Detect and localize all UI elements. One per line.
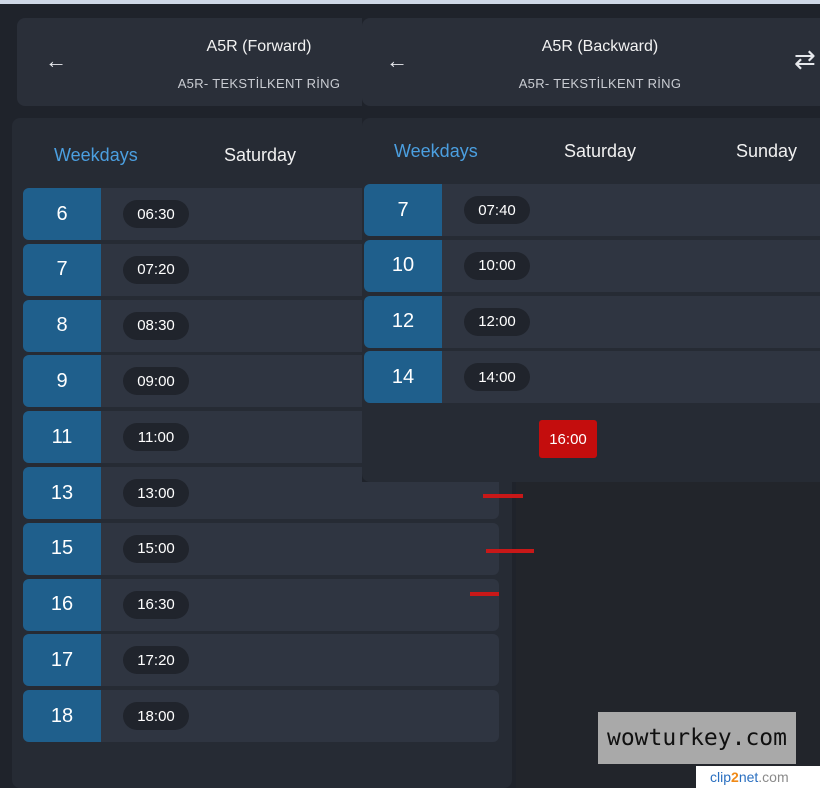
hour-cell: 17	[23, 634, 101, 687]
departure-time-pill[interactable]: 17:20	[123, 646, 189, 675]
tab-saturday[interactable]: Saturday	[224, 145, 296, 166]
tab-weekdays[interactable]: Weekdays	[54, 145, 138, 166]
swap-direction-icon[interactable]: ⇄	[794, 44, 816, 75]
forward-route-subtitle: A5R- TEKSTİLKENT RİNG	[177, 76, 341, 91]
backward-route-subtitle: A5R- TEKSTİLKENT RİNG	[518, 76, 682, 91]
annotation-mark	[486, 549, 534, 553]
backward-header: ← A5R (Backward) A5R- TEKSTİLKENT RİNG ⇄	[362, 18, 820, 106]
departure-time-pill[interactable]: 06:30	[123, 200, 189, 228]
hour-cell: 9	[23, 355, 101, 408]
schedule-row[interactable]: 17 17:20	[23, 634, 499, 687]
departure-time-pill[interactable]: 09:00	[123, 367, 189, 396]
hour-cell: 18	[23, 690, 101, 743]
forward-route-title: A5R (Forward)	[206, 38, 312, 55]
back-arrow-icon[interactable]: ←	[45, 48, 67, 74]
annotation-mark	[483, 494, 523, 498]
schedule-row[interactable]: 18 18:00	[23, 690, 499, 743]
credit-part: 2	[731, 769, 739, 785]
schedule-row[interactable]: 7 07:40	[364, 184, 820, 236]
departure-time-pill[interactable]: 07:20	[123, 255, 189, 284]
back-arrow-icon[interactable]: ←	[386, 48, 408, 74]
tab-sunday[interactable]: Sunday	[736, 141, 797, 162]
hour-cell: 8	[23, 299, 101, 352]
hour-cell: 6	[23, 188, 101, 240]
hour-cell: 12	[364, 295, 442, 348]
schedule-row[interactable]: 10 10:00	[364, 239, 820, 292]
credit-logo: clip 2 net .com	[696, 766, 820, 788]
hour-cell: 16	[23, 578, 101, 631]
departure-time-pill[interactable]: 18:00	[123, 702, 189, 731]
backward-route-title: A5R (Backward)	[541, 38, 659, 55]
schedule-row[interactable]: 15 15:00	[23, 522, 499, 575]
hour-cell: 10	[364, 239, 442, 292]
departure-time-pill[interactable]: 16:30	[123, 590, 189, 619]
credit-part: net	[738, 769, 759, 785]
credit-part: clip	[710, 769, 732, 785]
departure-time-pill[interactable]: 07:40	[464, 196, 530, 224]
departure-time-pill[interactable]: 12:00	[464, 307, 530, 336]
departure-time-pill[interactable]: 08:30	[123, 311, 189, 340]
schedule-row[interactable]: 16 16:30	[23, 578, 499, 631]
credit-part: .com	[758, 769, 789, 785]
annotation-label: 16:00	[539, 420, 597, 458]
hour-cell: 11	[23, 411, 101, 464]
hour-cell: 15	[23, 522, 101, 575]
backward-panel: ← A5R (Backward) A5R- TEKSTİLKENT RİNG ⇄…	[362, 4, 820, 482]
tab-weekdays[interactable]: Weekdays	[394, 141, 478, 162]
departure-time-pill[interactable]: 15:00	[123, 534, 189, 563]
tab-saturday[interactable]: Saturday	[564, 141, 636, 162]
schedule-row[interactable]: 12 12:00	[364, 295, 820, 348]
departure-time-pill[interactable]: 14:00	[464, 363, 530, 392]
departure-time-pill[interactable]: 13:00	[123, 479, 189, 507]
departure-time-pill[interactable]: 10:00	[464, 251, 530, 280]
hour-cell: 7	[364, 184, 442, 236]
hour-cell: 13	[23, 467, 101, 519]
schedule-row[interactable]: 14 14:00	[364, 351, 820, 404]
departure-time-pill[interactable]: 11:00	[123, 423, 189, 452]
annotation-mark	[470, 592, 499, 596]
watermark-text: wowturkey.com	[598, 712, 796, 764]
hour-cell: 7	[23, 243, 101, 296]
hour-cell: 14	[364, 351, 442, 404]
